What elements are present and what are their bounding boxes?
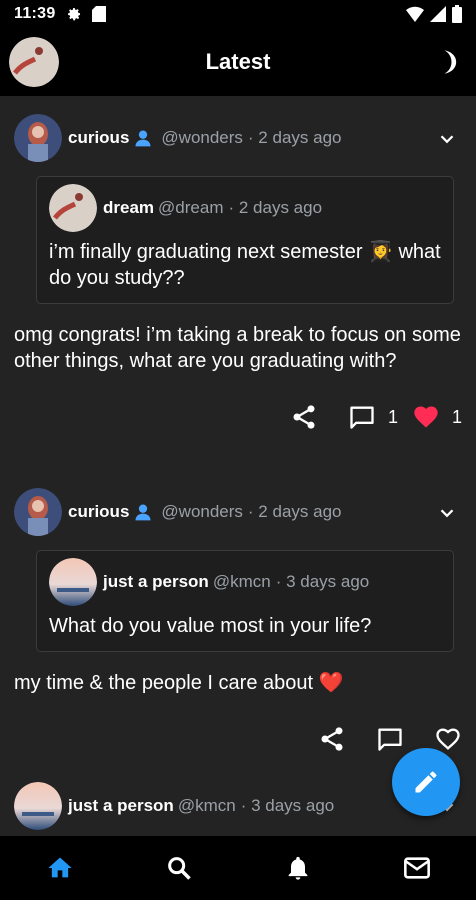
post-header: curious @wonders · 2 days ago: [14, 482, 462, 542]
heart-outline-icon[interactable]: [434, 725, 462, 753]
pencil-icon: [415, 771, 437, 793]
signal-icon: [430, 6, 446, 22]
quoted-post-header: just a person @kmcn · 3 days ago: [49, 557, 441, 607]
author-handle[interactable]: @dream: [158, 198, 223, 218]
quoted-post-text: What do you value most in your life?: [49, 615, 372, 637]
post-time: · 2 days ago: [247, 502, 342, 521]
share-icon[interactable]: [318, 725, 346, 753]
author-name[interactable]: just a person: [103, 572, 209, 592]
feed[interactable]: curious @wonders · 2 days ago dream @dre…: [0, 96, 476, 836]
like-count: 1: [451, 406, 462, 427]
comment-count: 1: [387, 406, 398, 427]
post-time: · 2 days ago: [228, 198, 323, 217]
share-icon[interactable]: [290, 403, 318, 431]
avatar[interactable]: [14, 782, 62, 830]
post-time: · 3 days ago: [240, 796, 335, 815]
wifi-icon: [406, 6, 424, 22]
person-icon: [135, 130, 151, 147]
author-name[interactable]: curious: [68, 128, 129, 148]
comment-icon[interactable]: [376, 725, 404, 753]
bell-icon: [288, 856, 307, 880]
home-icon: [47, 857, 72, 878]
nav-notifications[interactable]: [284, 854, 312, 882]
avatar[interactable]: [49, 184, 97, 232]
page-title: Latest: [205, 49, 271, 74]
post-text: my time & the people I care about ❤️: [14, 672, 344, 694]
author-name[interactable]: dream: [103, 198, 154, 218]
chevron-down-icon[interactable]: [436, 502, 458, 524]
mail-icon: [403, 857, 430, 879]
avatar[interactable]: [49, 558, 97, 606]
person-icon: [135, 504, 151, 521]
sd-card-icon: [91, 6, 106, 22]
profile-avatar[interactable]: [9, 37, 59, 87]
post: curious @wonders · 2 days ago just a per…: [0, 442, 476, 764]
nav-search[interactable]: [165, 854, 193, 882]
post-time: · 2 days ago: [247, 128, 342, 147]
author-handle[interactable]: @kmcn: [178, 796, 236, 816]
app-bar: Latest: [0, 28, 476, 96]
post-actions: 1 1: [14, 392, 462, 442]
moon-icon[interactable]: [434, 48, 462, 76]
avatar[interactable]: [14, 114, 62, 162]
author-handle[interactable]: @kmcn: [213, 572, 271, 592]
author-handle[interactable]: @wonders: [161, 502, 243, 522]
quoted-post-text: i’m finally graduating next semester 👩‍🎓…: [49, 241, 441, 289]
avatar[interactable]: [14, 488, 62, 536]
chevron-down-icon[interactable]: [436, 128, 458, 150]
post: curious @wonders · 2 days ago dream @dre…: [0, 96, 476, 442]
quoted-post[interactable]: just a person @kmcn · 3 days ago What do…: [36, 550, 454, 652]
post-header: curious @wonders · 2 days ago: [14, 108, 462, 168]
nav-home[interactable]: [46, 854, 74, 882]
nav-messages[interactable]: [403, 854, 431, 882]
status-time: 11:39: [14, 5, 56, 22]
status-bar: 11:39: [0, 0, 476, 28]
comment-icon[interactable]: [348, 403, 376, 431]
author-handle[interactable]: @wonders: [161, 128, 243, 148]
gear-icon: [67, 8, 80, 21]
battery-icon: [452, 5, 462, 23]
bottom-nav: [0, 836, 476, 900]
compose-button[interactable]: [392, 748, 460, 816]
search-icon: [167, 857, 191, 880]
post-actions: [14, 714, 462, 764]
post-time: · 3 days ago: [275, 572, 370, 591]
quoted-post[interactable]: dream @dream · 2 days ago i’m finally gr…: [36, 176, 454, 304]
author-name[interactable]: curious: [68, 502, 129, 522]
post-text: omg congrats! i’m taking a break to focu…: [14, 324, 461, 372]
heart-icon[interactable]: [412, 403, 440, 431]
quoted-post-header: dream @dream · 2 days ago: [49, 183, 441, 233]
author-name[interactable]: just a person: [68, 796, 174, 816]
